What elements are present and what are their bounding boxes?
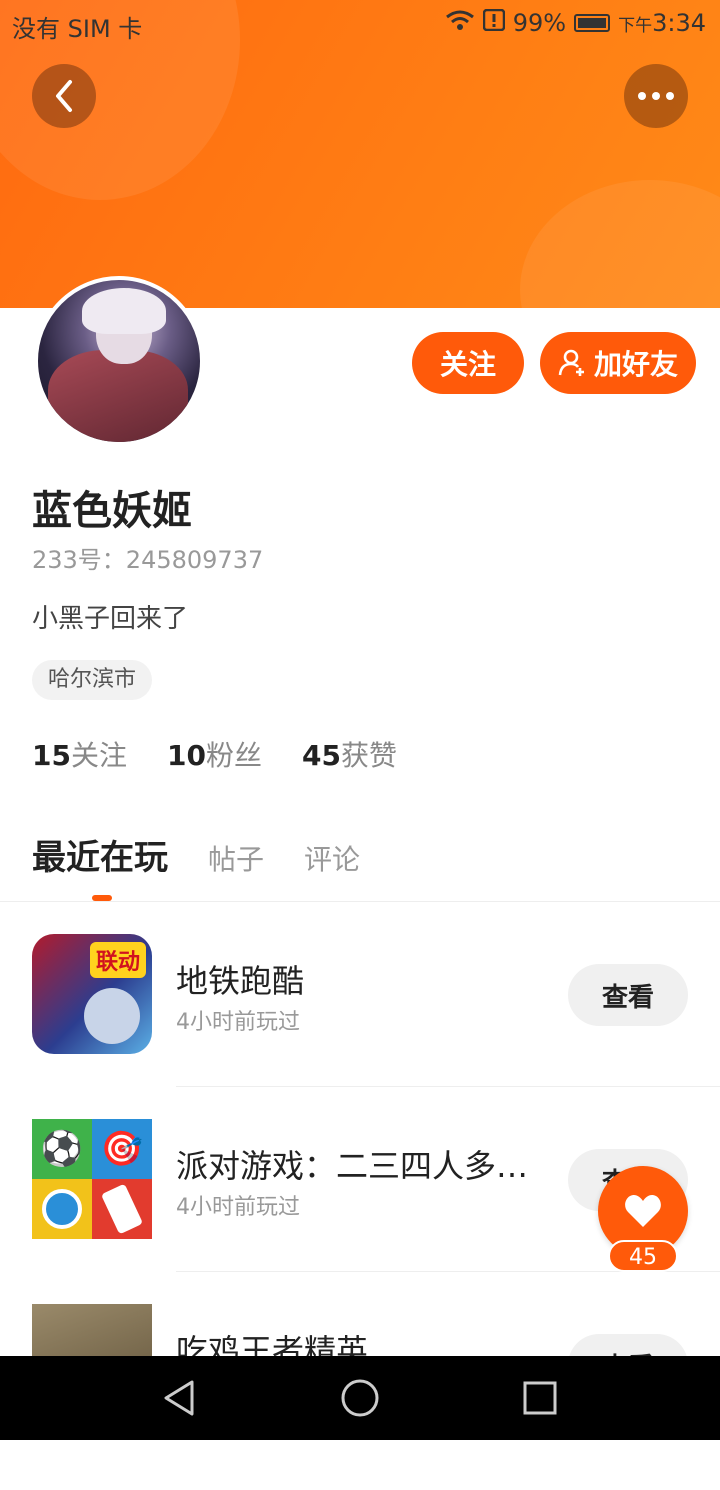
list-divider [176, 1086, 720, 1087]
tab-comments[interactable]: 评论 [304, 838, 360, 878]
follow-label: 关注 [439, 348, 496, 381]
profile-tabs: 最近在玩 帖子 评论 [32, 830, 360, 879]
user-id: 233号：245809737 [32, 546, 264, 574]
game-played-time: 4小时前玩过 [176, 1010, 300, 1035]
game-item[interactable]: 联动 地铁跑酷 4小时前玩过 查看 [0, 934, 720, 1120]
stat-label: 关注 [70, 739, 127, 772]
stat-value: 45 [301, 739, 341, 772]
domino-icon [92, 1179, 152, 1239]
add-friend-label: 加好友 [593, 348, 678, 381]
game-title: 派对游戏：二三四人多人游戏 [176, 1147, 536, 1185]
avatar[interactable] [34, 276, 204, 446]
game-title: 地铁跑酷 [176, 962, 305, 1000]
nav-recents-button[interactable] [518, 1376, 562, 1420]
game-icon: 联动 [32, 934, 152, 1054]
stat-label: 获赞 [340, 739, 397, 772]
wifi-icon [445, 9, 475, 37]
avatar-art [82, 288, 166, 334]
circle-home-icon [341, 1379, 379, 1417]
game-icon-badge: 联动 [89, 942, 146, 978]
tab-divider [0, 901, 720, 902]
more-button[interactable] [624, 64, 688, 128]
tab-posts[interactable]: 帖子 [208, 838, 264, 878]
stat-likes[interactable]: 45获赞 [302, 734, 397, 774]
profile-header-banner: 没有 SIM 卡 99% 下午3:34 [0, 0, 720, 308]
battery-percent: 99% [512, 9, 567, 37]
user-name: 蓝色妖姬 [32, 488, 192, 534]
more-dots-icon [638, 92, 674, 100]
follow-button[interactable]: 关注 [412, 332, 524, 394]
stat-following[interactable]: 15关注 [32, 734, 127, 774]
stat-value: 10 [166, 739, 206, 772]
back-button[interactable] [32, 64, 96, 128]
clock: 3:34 [652, 9, 706, 37]
stat-value: 15 [32, 739, 71, 772]
battery-icon [574, 14, 611, 32]
chevron-left-icon [56, 80, 72, 112]
view-button[interactable]: 查看 [568, 964, 688, 1026]
location-tag: 哈尔滨市 [32, 660, 153, 700]
square-recents-icon [523, 1381, 557, 1415]
avatar-art [48, 350, 188, 442]
like-count-badge: 45 [608, 1240, 678, 1272]
nav-home-button[interactable] [338, 1376, 382, 1420]
system-nav-bar [0, 1356, 720, 1440]
time-prefix: 下午 [618, 16, 653, 36]
carrier-text: 没有 SIM 卡 [12, 15, 143, 43]
status-bar: 没有 SIM 卡 99% 下午3:34 [0, 0, 720, 48]
profile-stats: 15关注 10粉丝 45获赞 [32, 734, 397, 774]
dartboard-icon: 🎯 [92, 1119, 152, 1179]
tab-recent-games[interactable]: 最近在玩 [32, 830, 168, 879]
game-icon-art [84, 988, 140, 1044]
stat-label: 粉丝 [205, 739, 262, 772]
nav-back-button[interactable] [158, 1376, 202, 1420]
banner-decoration [520, 180, 720, 308]
add-friend-button[interactable]: 加好友 [540, 332, 696, 394]
tank-icon [32, 1179, 92, 1239]
user-bio: 小黑子回来了 [32, 604, 189, 634]
stat-fans[interactable]: 10粉丝 [167, 734, 262, 774]
alert-icon [482, 8, 505, 37]
game-icon: ⚽ 🎯 [32, 1119, 152, 1239]
heart-icon [625, 1195, 661, 1227]
add-user-icon [558, 349, 584, 376]
game-played-time: 4小时前玩过 [176, 1195, 300, 1220]
soccer-ball-icon: ⚽ [32, 1119, 92, 1179]
triangle-back-icon [164, 1380, 194, 1416]
